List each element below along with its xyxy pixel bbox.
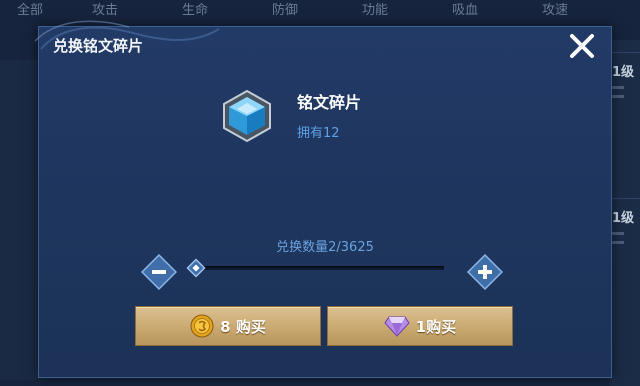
background-card: 1级 [610,198,640,279]
buy-with-gold-label: 8 购买 [220,317,266,336]
purple-gem-icon [384,316,410,337]
minus-icon [152,270,166,274]
buy-with-gold-button[interactable]: 8 购买 [135,306,321,346]
bg-tab: 功能 [361,3,388,18]
exchange-dialog: 兑换铭文碎片 铭文碎片 拥有12 兑换数量2/3625 8 购买 1购买 [34,20,612,378]
bg-tab: 防御 [271,3,298,18]
hexagon-crystal-icon [223,89,271,143]
bg-tab: 吸血 [451,3,478,18]
bg-card-level: 1级 [612,211,635,226]
close-button[interactable] [567,31,597,61]
owned-count: 拥有12 [297,126,340,141]
background-card: 1级 [610,52,640,133]
background-left-panel [0,60,38,380]
bg-card-level: 1级 [612,65,635,80]
increase-quantity-button[interactable] [466,253,504,291]
quantity-label: 兑换数量2/3625 [276,240,374,255]
item-name: 铭文碎片 [297,93,362,112]
dialog-title: 兑换铭文碎片 [53,37,144,55]
bg-tab: 攻速 [541,3,568,18]
quantity-slider-track[interactable] [197,266,444,270]
quantity-slider-thumb[interactable] [186,258,206,278]
buy-with-gem-button[interactable]: 1购买 [327,306,513,346]
buy-with-gem-label: 1购买 [415,317,457,336]
gold-coin-icon [190,314,214,338]
decrease-quantity-button[interactable] [140,253,178,291]
close-icon [570,34,594,58]
